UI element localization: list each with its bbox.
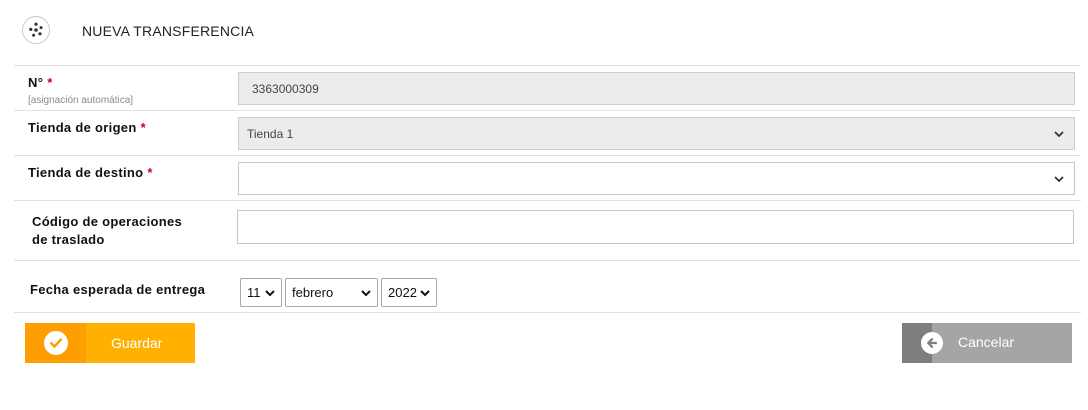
required-mark: * [147, 165, 153, 180]
origin-store-label: Tienda de origen * [28, 120, 146, 135]
required-mark: * [140, 120, 146, 135]
page-title: NUEVA TRANSFERENCIA [82, 23, 255, 39]
number-value: 3363000309 [252, 81, 319, 96]
divider [14, 155, 1081, 156]
chevron-down-icon [420, 289, 430, 296]
number-field: 3363000309 [238, 72, 1075, 105]
divider [14, 110, 1081, 111]
destination-store-select[interactable] [238, 162, 1075, 195]
cancel-button-label: Cancelar [958, 334, 1015, 350]
divider [14, 312, 1081, 313]
arrow-left-circle-icon [921, 332, 943, 354]
page-header: NUEVA TRANSFERENCIA [0, 0, 1088, 64]
chevron-down-icon [265, 289, 275, 296]
month-select[interactable]: febrero [285, 278, 378, 307]
origin-store-select[interactable]: Tienda 1 [238, 117, 1075, 150]
divider [14, 260, 1081, 261]
expected-date-label: Fecha esperada de entrega [30, 282, 206, 297]
chevron-down-icon [1054, 130, 1064, 137]
chevron-down-icon [1054, 175, 1064, 182]
chevron-down-icon [361, 289, 371, 296]
transfer-code-input[interactable] [237, 210, 1074, 244]
required-mark: * [47, 75, 53, 90]
save-icon-strip [25, 323, 86, 363]
divider [14, 200, 1081, 201]
number-label: N° * [28, 75, 53, 90]
divider [14, 65, 1081, 66]
year-select[interactable]: 2022 [381, 278, 437, 307]
save-button-label: Guardar [111, 335, 163, 351]
save-button[interactable]: Guardar [25, 323, 195, 363]
cancel-button[interactable]: Cancelar [902, 323, 1072, 363]
destination-store-label: Tienda de destino * [28, 165, 153, 180]
day-select[interactable]: 11 [240, 278, 282, 307]
number-hint: [asignación automática] [28, 95, 134, 106]
transfer-code-label: Código de operaciones de traslado [32, 214, 183, 247]
pinwheel-logo-icon [22, 16, 50, 44]
origin-store-value: Tienda 1 [247, 126, 294, 141]
checkmark-circle-icon [43, 331, 68, 355]
